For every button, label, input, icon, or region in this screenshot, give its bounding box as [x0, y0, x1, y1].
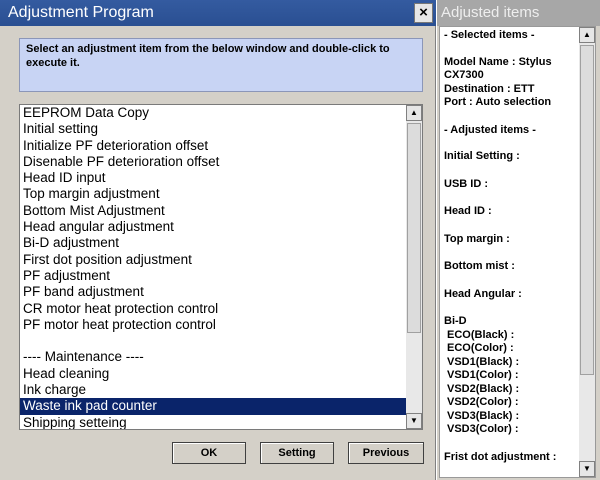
selected-items-header: - Selected items - — [444, 29, 535, 41]
list-item[interactable]: Initial setting — [20, 121, 408, 137]
top-margin-label: Top margin : — [444, 232, 510, 245]
side-window-title: Adjusted items — [441, 4, 540, 21]
ok-button[interactable]: OK — [172, 442, 246, 464]
panel-scrollbar[interactable]: ▲ ▼ — [579, 27, 595, 477]
bid-values: ECO(Black) : ECO(Color) : VSD1(Black) : … — [444, 329, 572, 437]
vsd1-color-label: VSD1(Color) : — [447, 369, 519, 381]
list-item[interactable]: PF band adjustment — [20, 284, 408, 300]
adjustment-items-list[interactable]: EEPROM Data Copy Initial setting Initializ… — [19, 104, 423, 430]
list-item[interactable]: Head cleaning — [20, 366, 408, 382]
scroll-up-arrow-icon[interactable]: ▲ — [406, 105, 422, 121]
vsd1-black-label: VSD1(Black) : — [447, 355, 520, 368]
adjusted-items-window: Adjusted items - Selected items - Model … — [437, 0, 600, 480]
list-item[interactable]: Bi-D adjustment — [20, 235, 408, 251]
list-item[interactable]: Disenable PF deterioration offset — [20, 154, 408, 170]
vsd2-color-label: VSD2(Color) : — [447, 396, 519, 408]
first-dot-label: Frist dot adjustment : — [444, 450, 557, 463]
usb-id-label: USB ID : — [444, 177, 488, 190]
head-id-label: Head ID : — [444, 205, 492, 217]
scroll-thumb[interactable] — [407, 123, 421, 333]
eco-color-label: ECO(Color) : — [447, 342, 514, 354]
scroll-down-arrow-icon[interactable]: ▼ — [406, 413, 422, 429]
list-item[interactable]: Head ID input — [20, 170, 408, 186]
model-name: Model Name : Stylus CX7300 — [444, 55, 552, 82]
list-item[interactable]: Bottom Mist Adjustment — [20, 203, 408, 219]
port: Port : Auto selection — [444, 96, 552, 108]
list-item[interactable]: Top margin adjustment — [20, 186, 408, 202]
list-item[interactable]: Waste ink pad counter — [20, 398, 408, 415]
title-bar[interactable]: Adjustment Program × — [0, 0, 436, 26]
side-title-bar[interactable]: Adjusted items — [437, 0, 600, 26]
list-item[interactable]: Ink charge — [20, 382, 408, 398]
panel-scroll-down-icon[interactable]: ▼ — [579, 461, 595, 477]
list-item[interactable]: PF adjustment — [20, 268, 408, 284]
head-angular-label: Head Angular : — [444, 287, 522, 300]
adjusted-items-panel[interactable]: - Selected items - Model Name : Stylus C… — [439, 26, 596, 478]
instruction-text: Select an adjustment item from the below… — [19, 38, 423, 92]
previous-button[interactable]: Previous — [348, 442, 424, 464]
list-item[interactable]: Initialize PF deterioration offset — [20, 138, 408, 154]
list-scrollbar[interactable]: ▲ ▼ — [406, 105, 422, 429]
setting-button[interactable]: Setting — [260, 442, 334, 464]
bid-label: Bi-D — [444, 315, 467, 327]
list-section-header[interactable]: ---- Maintenance ---- — [20, 349, 408, 365]
adjusted-items-text: - Selected items - Model Name : Stylus C… — [444, 29, 572, 464]
list-item[interactable]: EEPROM Data Copy — [20, 105, 408, 121]
vsd3-black-label: VSD3(Black) : — [447, 409, 520, 422]
panel-scroll-up-icon[interactable]: ▲ — [579, 27, 595, 43]
list-item[interactable]: Shipping setteing — [20, 415, 408, 429]
list-item[interactable]: Head angular adjustment — [20, 219, 408, 235]
list-item[interactable]: CR motor heat protection control — [20, 301, 408, 317]
adjustment-program-window: Adjustment Program × Select an adjustmen… — [0, 0, 436, 480]
list-items-container: EEPROM Data Copy Initial setting Initializ… — [20, 105, 408, 429]
panel-scroll-thumb[interactable] — [580, 45, 594, 375]
bottom-mist-label: Bottom mist : — [444, 260, 515, 272]
list-item[interactable]: First dot position adjustment — [20, 252, 408, 268]
initial-setting-label: Initial Setting : — [444, 150, 520, 162]
window-title: Adjustment Program — [8, 4, 154, 21]
vsd3-color-label: VSD3(Color) : — [447, 423, 519, 435]
eco-black-label: ECO(Black) : — [447, 328, 515, 341]
adjusted-items-header: - Adjusted items - — [444, 123, 536, 136]
vsd2-black-label: VSD2(Black) : — [447, 382, 520, 395]
close-icon[interactable]: × — [414, 3, 433, 23]
destination: Destination : ETT — [444, 82, 535, 95]
list-item[interactable]: PF motor heat protection control — [20, 317, 408, 333]
